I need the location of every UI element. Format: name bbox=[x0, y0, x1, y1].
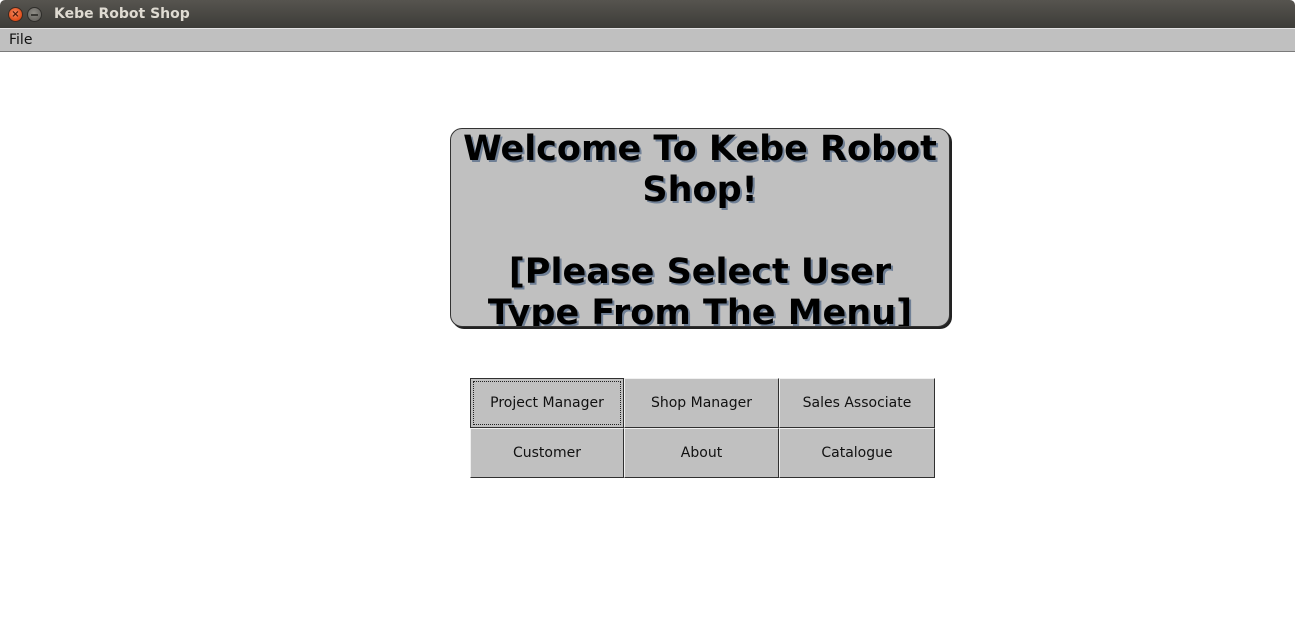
about-button[interactable]: About bbox=[624, 428, 779, 478]
menu-file[interactable]: File bbox=[9, 32, 32, 48]
customer-button[interactable]: Customer bbox=[470, 428, 624, 478]
minimize-button[interactable] bbox=[27, 7, 42, 22]
welcome-spacer bbox=[451, 211, 949, 252]
shop-manager-label: Shop Manager bbox=[650, 395, 753, 411]
close-icon: × bbox=[11, 9, 20, 20]
title-bar[interactable]: × Kebe Robot Shop bbox=[0, 0, 1295, 28]
customer-label: Customer bbox=[512, 445, 581, 461]
project-manager-label: Project Manager bbox=[490, 395, 604, 411]
minimize-icon bbox=[31, 14, 38, 16]
catalogue-label: Catalogue bbox=[821, 445, 893, 461]
welcome-line-2: Shop! bbox=[642, 170, 758, 210]
sales-associate-button[interactable]: Sales Associate bbox=[779, 378, 935, 428]
app-window: × Kebe Robot Shop File Welcome To Kebe R… bbox=[0, 0, 1295, 639]
close-button[interactable]: × bbox=[8, 7, 23, 22]
welcome-panel: Welcome To Kebe Robot Shop! [Please Sele… bbox=[450, 128, 950, 327]
welcome-line-1: Welcome To Kebe Robot bbox=[463, 129, 937, 169]
sales-associate-label: Sales Associate bbox=[802, 395, 912, 411]
welcome-line-4: Type From The Menu] bbox=[487, 293, 913, 327]
shop-manager-button[interactable]: Shop Manager bbox=[624, 378, 779, 428]
about-label: About bbox=[680, 445, 723, 461]
welcome-line-3: [Please Select User bbox=[508, 252, 892, 292]
project-manager-button[interactable]: Project Manager bbox=[470, 378, 624, 428]
window-title: Kebe Robot Shop bbox=[54, 6, 190, 22]
catalogue-button[interactable]: Catalogue bbox=[779, 428, 935, 478]
menu-bar: File bbox=[0, 28, 1295, 52]
